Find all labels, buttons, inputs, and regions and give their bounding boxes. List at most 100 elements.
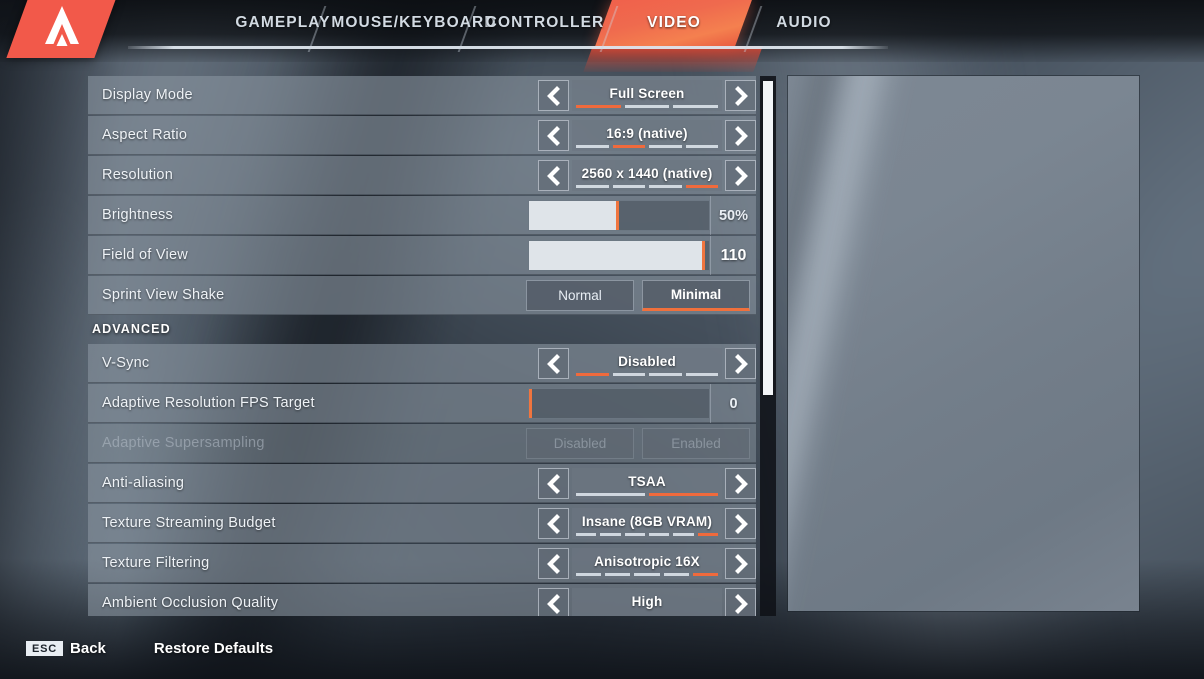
setting-value: Insane (8GB VRAM) [581,514,713,529]
setting-label: Ambient Occlusion Quality [102,595,279,611]
setting-value-box[interactable]: High [572,588,722,616]
chevron-left-icon[interactable] [538,508,569,539]
setting-control: High [538,584,756,616]
esc-key-badge: ESC [26,640,64,656]
top-navigation-bar: GAMEPLAY MOUSE/KEYBOARD CONTROLLER VIDEO AUD… [0,0,1204,72]
segment-tick [685,373,718,376]
segment-tick [673,105,719,108]
slider-handle[interactable] [616,201,619,230]
toggle-option-normal[interactable]: Normal [526,280,634,311]
setting-control: Normal Minimal [518,276,750,315]
segment-tick [697,533,718,536]
chevron-left-icon[interactable] [538,160,569,191]
setting-value: 2560 x 1440 (native) [581,166,713,181]
segment-tick [612,185,645,188]
setting-value-box[interactable]: TSAA [572,468,722,499]
setting-label: Anti-aliasing [102,475,185,491]
setting-value-box[interactable]: Disabled [572,348,722,379]
setting-value-box[interactable]: Insane (8GB VRAM) [572,508,722,539]
chevron-left-icon[interactable] [538,120,569,151]
setting-control: TSAA [538,464,756,503]
setting-value: Full Screen [609,86,685,101]
setting-value: 16:9 (native) [606,126,688,141]
setting-control: 50% [528,196,756,235]
setting-label: Brightness [102,207,174,223]
segment-tick [576,533,597,536]
setting-row-resolution[interactable]: Resolution 2560 x 1440 (native) [88,156,756,195]
setting-row-v-sync[interactable]: V-Sync Disabled [88,344,756,383]
nav-tab-video[interactable]: VIDEO [628,0,720,46]
segment-tick [649,145,682,148]
settings-scrollbar-thumb[interactable] [763,81,773,395]
nav-tab-controller[interactable]: CONTROLLER [482,0,608,46]
chevron-left-icon[interactable] [538,468,569,499]
segment-tick [576,185,609,188]
segment-tick [692,573,719,576]
back-button[interactable]: Back [70,640,106,657]
setting-slider[interactable] [528,388,710,419]
nav-tab-audio[interactable]: AUDIO [760,0,848,46]
chevron-right-icon[interactable] [725,348,756,379]
chevron-right-icon[interactable] [725,468,756,499]
setting-slider[interactable] [528,200,710,231]
active-tab-glow [583,46,763,72]
setting-row-sprint-view-shake[interactable]: Sprint View Shake Normal Minimal [88,276,756,315]
segment-tick [634,573,660,576]
setting-segment-indicator [576,373,718,376]
slider-handle[interactable] [529,389,532,418]
setting-control: Full Screen [538,76,756,115]
segment-tick [576,105,621,108]
setting-row-brightness[interactable]: Brightness 50% [88,196,756,235]
restore-defaults-button[interactable]: Restore Defaults [154,640,273,657]
setting-segment-indicator [576,145,718,148]
setting-label: Resolution [102,167,174,183]
setting-row-adaptive-resolution-fps-target[interactable]: Adaptive Resolution FPS Target 0 [88,384,756,423]
segment-tick [649,373,682,376]
setting-value: High [631,594,663,609]
chevron-right-icon[interactable] [725,160,756,191]
chevron-left-icon[interactable] [538,348,569,379]
settings-list[interactable]: Display Mode Full Screen Aspect Ratio 16:9 … [88,76,756,616]
setting-row-ambient-occlusion-quality[interactable]: Ambient Occlusion Quality High [88,584,756,616]
chevron-left-icon[interactable] [538,548,569,579]
setting-control: 110 [528,236,756,275]
toggle-option-minimal[interactable]: Minimal [642,280,750,311]
toggle-option-enabled: Enabled [642,428,750,459]
setting-value-box[interactable]: 16:9 (native) [572,120,722,151]
chevron-right-icon[interactable] [725,120,756,151]
setting-row-texture-filtering[interactable]: Texture Filtering Anisotropic 16X [88,544,756,583]
chevron-right-icon[interactable] [725,508,756,539]
slider-handle[interactable] [702,241,706,270]
chevron-right-icon[interactable] [725,548,756,579]
chevron-left-icon[interactable] [538,588,569,616]
slider-fill [529,241,706,270]
setting-slider[interactable] [528,240,710,271]
setting-row-display-mode[interactable]: Display Mode Full Screen [88,76,756,115]
chevron-right-icon[interactable] [725,80,756,111]
setting-value: Disabled [618,354,676,369]
slider-value: 110 [710,236,756,275]
segment-tick [624,105,670,108]
setting-control: Anisotropic 16X [538,544,756,583]
setting-row-texture-streaming-budget[interactable]: Texture Streaming Budget Insane (8GB VRAM… [88,504,756,543]
settings-scrollbar-track[interactable] [760,76,776,616]
chevron-right-icon[interactable] [725,588,756,616]
setting-value-box[interactable]: 2560 x 1440 (native) [572,160,722,191]
setting-segment-indicator [576,105,719,108]
setting-row-aspect-ratio[interactable]: Aspect Ratio 16:9 (native) [88,116,756,155]
setting-value-box[interactable]: Full Screen [572,80,722,111]
setting-row-field-of-view[interactable]: Field of View 110 [88,236,756,275]
setting-label: Display Mode [102,87,193,103]
segment-tick [612,373,645,376]
setting-label: V-Sync [102,355,150,371]
setting-row-anti-aliasing[interactable]: Anti-aliasing TSAA [88,464,756,503]
setting-segment-indicator [576,533,718,536]
setting-value: TSAA [628,474,666,489]
setting-row-adaptive-supersampling: Adaptive Supersampling Disabled Enabled [88,424,756,463]
segment-tick [649,185,682,188]
section-header-advanced: ADVANCED [92,322,171,336]
nav-underline [128,46,888,49]
setting-value-box[interactable]: Anisotropic 16X [572,548,722,579]
chevron-left-icon[interactable] [538,80,569,111]
segment-tick [648,533,670,536]
